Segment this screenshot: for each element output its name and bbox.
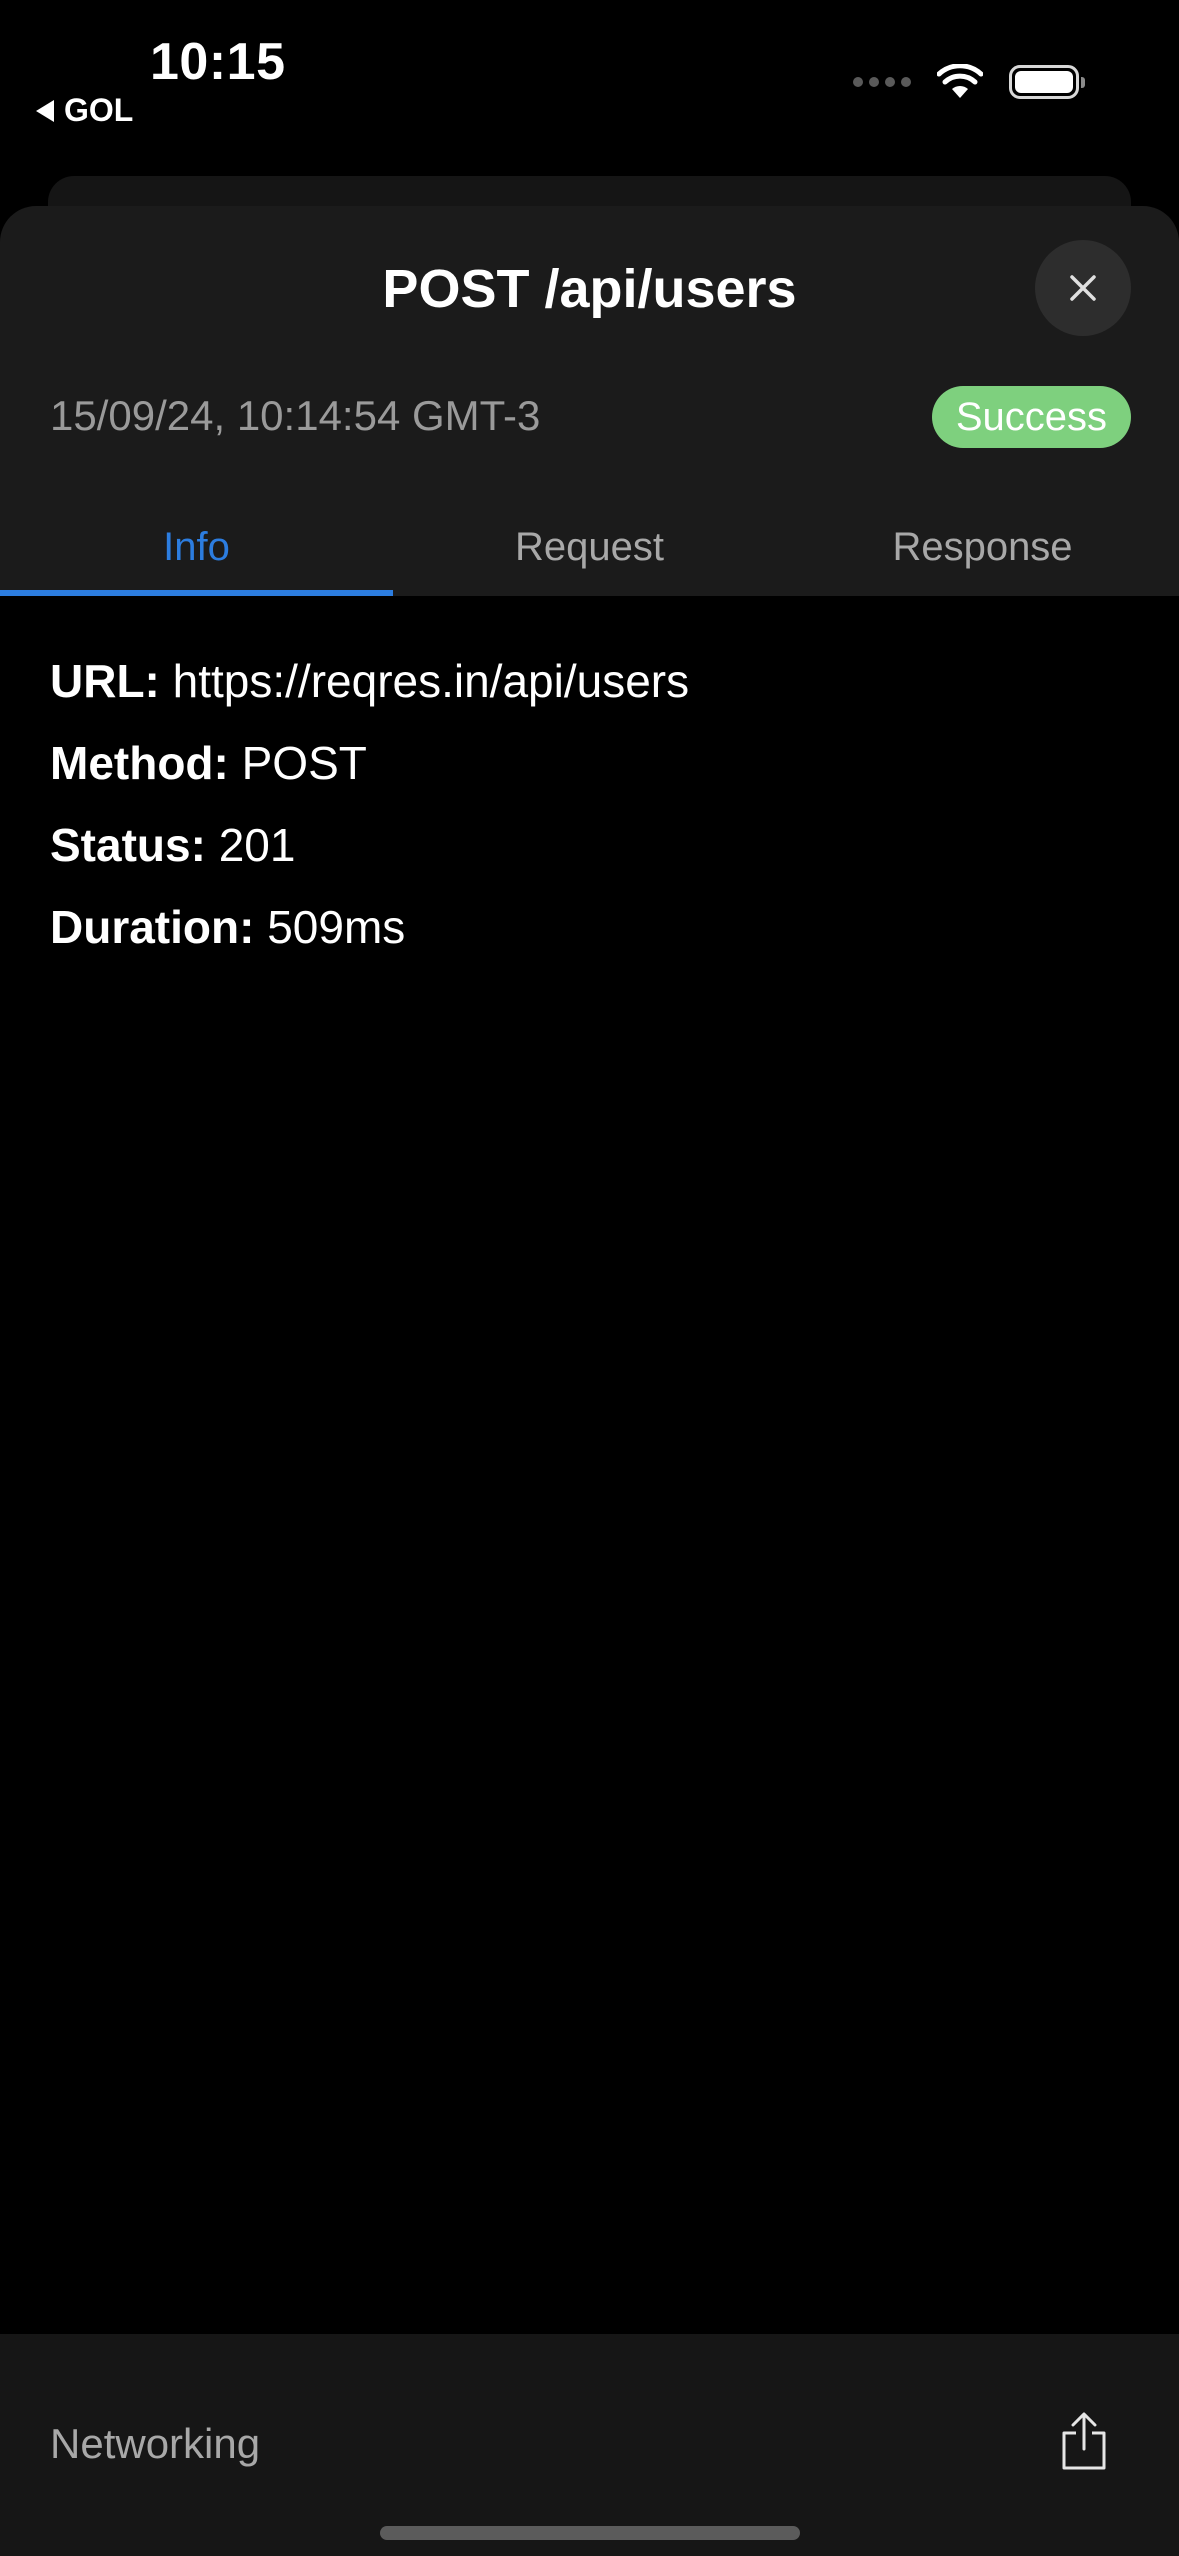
battery-icon: [1009, 65, 1085, 99]
back-triangle-icon: [36, 99, 54, 122]
info-row-method: Method: POST: [50, 722, 689, 804]
status-indicators: [853, 64, 1085, 100]
share-icon: [1062, 2412, 1106, 2470]
toolbar-label: Networking: [50, 2420, 261, 2467]
status-time: 10:15: [150, 33, 286, 91]
tab-bar: Info Request Response: [0, 502, 1179, 596]
sheet-header: POST /api/users 15/09/24, 10:14:54 GMT-3…: [0, 206, 1179, 596]
info-row-duration: Duration: 509ms: [50, 886, 689, 968]
tab-info[interactable]: Info: [0, 502, 393, 596]
back-app-label: GOL: [64, 92, 134, 128]
home-indicator: [380, 2526, 800, 2540]
info-panel: URL: https://reqres.in/api/users Method:…: [50, 640, 689, 968]
url-label: URL:: [50, 655, 160, 707]
info-row-url: URL: https://reqres.in/api/users: [50, 640, 689, 722]
back-to-app-button[interactable]: GOL: [36, 92, 133, 129]
tab-response[interactable]: Response: [786, 502, 1179, 596]
wifi-icon: [937, 64, 983, 98]
share-button[interactable]: [1039, 2396, 1129, 2486]
method-label: Method:: [50, 737, 229, 789]
close-button[interactable]: [1035, 240, 1131, 336]
url-value: https://reqres.in/api/users: [172, 655, 690, 707]
info-row-status: Status: 201: [50, 804, 689, 886]
cellular-signal-icon: [853, 77, 911, 87]
bottom-toolbar: Networking: [0, 2334, 1179, 2556]
status-value: 201: [218, 819, 296, 871]
status-bar: 10:15 GOL: [0, 0, 1179, 170]
status-label: Status:: [50, 819, 206, 871]
request-timestamp: 15/09/24, 10:14:54 GMT-3: [50, 392, 541, 439]
method-value: POST: [241, 737, 367, 789]
tab-request[interactable]: Request: [393, 502, 786, 596]
duration-label: Duration:: [50, 901, 255, 953]
status-badge: Success: [931, 386, 1131, 448]
duration-value: 509ms: [267, 901, 406, 953]
page-title: POST /api/users: [382, 259, 797, 319]
close-icon: [1070, 275, 1096, 301]
